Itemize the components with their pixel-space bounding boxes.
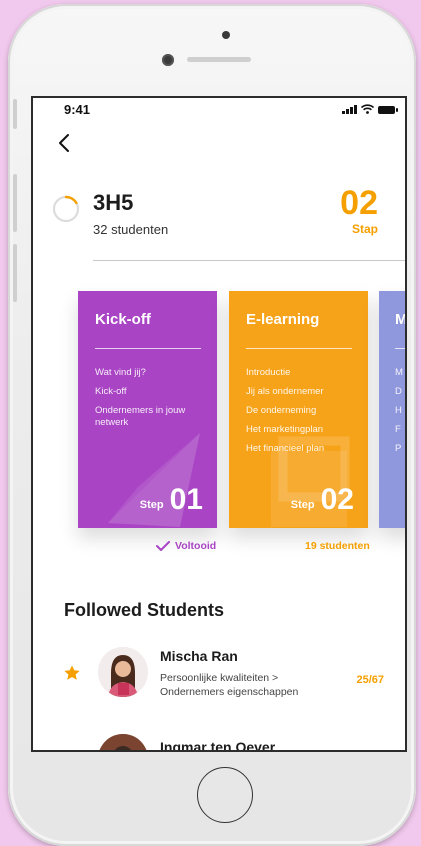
card-item: F <box>395 424 401 435</box>
header-divider <box>93 260 405 261</box>
student-progress: Persoonlijke kwaliteiten > Ondernemers e… <box>160 672 299 698</box>
sensor-dot <box>222 31 230 39</box>
checkmark-icon <box>156 541 170 551</box>
card-status-completed: Voltooid <box>156 540 216 552</box>
card-step: Step 01 <box>140 485 203 515</box>
volume-up-button <box>13 174 17 232</box>
volume-down-button <box>13 244 17 302</box>
card-step: Step 02 <box>291 485 354 515</box>
card-item: D <box>395 386 402 397</box>
section-title: Followed Students <box>64 600 224 620</box>
student-name[interactable]: Mischa Ran <box>160 648 238 664</box>
student-avatar[interactable] <box>98 734 148 750</box>
card-item-list: M D H F P <box>395 367 405 462</box>
student-avatar[interactable] <box>98 647 148 697</box>
app-screen: 9:41 3H5 32 studenten 02 Stap Kick-off W… <box>33 98 405 750</box>
card-item: Ondernemers in jouw netwerk <box>95 405 186 428</box>
status-icons <box>342 104 398 114</box>
step-card-next[interactable]: M M D H F P <box>379 291 405 528</box>
card-title: Kick-off <box>95 311 151 328</box>
student-photo <box>98 734 148 750</box>
battery-icon <box>378 106 398 114</box>
card-status-text: Voltooid <box>175 540 217 552</box>
card-item-list: Wat vind jij? Kick-off Ondernemers in jo… <box>95 367 210 436</box>
home-button[interactable] <box>197 767 253 823</box>
current-step-number: 02 <box>340 184 378 222</box>
card-divider <box>395 348 405 349</box>
card-item-list: Introductie Jij als ondernemer De ondern… <box>246 367 361 462</box>
back-arrow-icon[interactable] <box>55 132 75 154</box>
card-item: De onderneming <box>246 405 317 416</box>
card-title: M <box>395 311 405 328</box>
earpiece-speaker <box>187 57 251 62</box>
card-divider <box>246 348 352 349</box>
card-item: P <box>395 443 402 454</box>
card-divider <box>95 348 201 349</box>
card-item: M <box>395 367 403 378</box>
current-step-label: Stap <box>351 222 378 236</box>
card-step-word: Step <box>290 499 315 511</box>
student-name[interactable]: Ingmar ten Oever <box>160 739 275 750</box>
mute-switch <box>13 99 17 129</box>
card-item: Het financieel plan <box>246 443 325 454</box>
status-time: 9:41 <box>64 102 91 117</box>
student-photo <box>98 647 148 697</box>
step-card-kickoff[interactable]: Kick-off Wat vind jij? Kick-off Ondernem… <box>78 291 217 528</box>
star-icon[interactable] <box>63 664 81 682</box>
card-item: Kick-off <box>95 386 127 397</box>
card-step-word: Step <box>139 499 164 511</box>
card-title: E-learning <box>246 311 320 328</box>
card-item: Jij als ondernemer <box>246 386 324 397</box>
card-item: Introductie <box>246 367 291 378</box>
status-bar: 9:41 <box>33 98 405 118</box>
group-code: 3H5 <box>93 190 134 215</box>
wifi-icon <box>361 104 374 114</box>
step-card-elearning[interactable]: E-learning Introductie Jij als onderneme… <box>229 291 368 528</box>
card-item: H <box>395 405 402 416</box>
card-step-number: 02 <box>320 483 354 516</box>
card-step-number: 01 <box>169 483 203 516</box>
group-student-count: 32 studenten <box>93 222 169 237</box>
card-item: Het marketingplan <box>246 424 324 435</box>
card-status-count: 19 studenten <box>305 540 370 552</box>
front-camera <box>162 54 174 66</box>
progress-ring-icon <box>52 195 80 223</box>
signal-icon <box>342 105 357 114</box>
student-score: 25/67 <box>356 674 384 686</box>
card-item: Wat vind jij? <box>95 367 146 378</box>
